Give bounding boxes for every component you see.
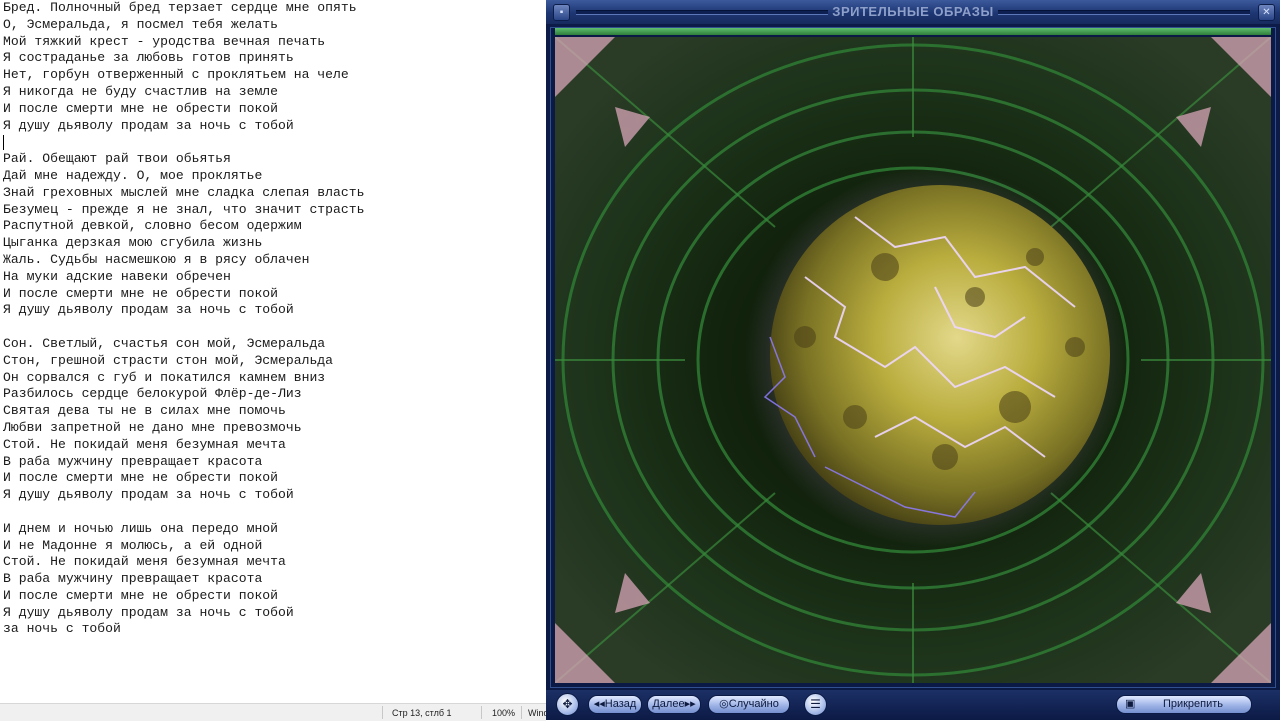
text-caret bbox=[3, 135, 4, 150]
text-line: Мой тяжкий крест - уродства вечная печат… bbox=[3, 33, 326, 49]
text-line: И после смерти мне не обрести покой bbox=[3, 285, 279, 301]
text-line: Стон, грешной страсти стон мой, Эсмераль… bbox=[3, 352, 334, 368]
text-line: В раба мужчину превращает красота bbox=[3, 571, 263, 587]
text-line: Знай греховных мыслей мне сладка слепая … bbox=[3, 184, 365, 200]
text-line: И после смерти мне не обрести покой bbox=[3, 100, 279, 116]
text-line: Сон. Светлый, счастья сон мой, Эсмеральд… bbox=[3, 335, 326, 351]
sphere bbox=[770, 185, 1110, 525]
text-line: Любви запретной не дано мне превозмочь bbox=[3, 419, 302, 435]
text-line: Он сорвался с губ и покатился камнем вни… bbox=[3, 369, 326, 385]
pin-icon: ▣ bbox=[1125, 698, 1136, 710]
close-icon[interactable]: ✕ bbox=[1258, 4, 1275, 21]
next-button[interactable]: Далее▸▸ bbox=[647, 695, 701, 714]
text-line bbox=[3, 134, 543, 151]
text-line: Распутной девкой, словно бесом одержим bbox=[3, 218, 302, 234]
text-line: Я душу дьяволу продам за ночь с тобой bbox=[3, 117, 294, 133]
player-control-bar: ✥ ◂◂Назад Далее▸▸ ◎Случайно ☰ ▣ Прикрепи… bbox=[546, 690, 1280, 720]
pin-button[interactable]: ▣ Прикрепить bbox=[1116, 695, 1252, 714]
text-line: Я душу дьяволу продам за ночь с тобой bbox=[3, 604, 294, 620]
text-line: Жаль. Судьбы насмешкою я в рясу облачен bbox=[3, 251, 310, 267]
visualization-top-strip bbox=[555, 28, 1271, 35]
visualization-frame bbox=[550, 27, 1276, 688]
status-separator bbox=[521, 706, 522, 719]
text-line: Я никогда не буду счастлив на земле bbox=[3, 83, 279, 99]
text-line: Бред. Полночный бред терзает сердце мне … bbox=[3, 0, 357, 15]
random-button[interactable]: ◎Случайно bbox=[708, 695, 790, 714]
visualization-canvas bbox=[555, 37, 1271, 683]
text-line: И после смерти мне не обрести покой bbox=[3, 470, 279, 486]
text-line: Разбилось сердце белокурой Флёр-де-Лиз bbox=[3, 386, 302, 402]
status-position: Стр 13, стлб 1 bbox=[392, 708, 452, 718]
text-line: И не Мадонне я молюсь, а ей одной bbox=[3, 537, 263, 553]
status-separator bbox=[382, 706, 383, 719]
text-line bbox=[3, 319, 543, 336]
player-titlebar[interactable]: ▪ ЗРИТЕЛЬНЫЕ ОБРАЗЫ ✕ bbox=[546, 0, 1280, 24]
tunnel-sphere-visualization bbox=[555, 37, 1271, 683]
text-line: Безумец - прежде я не знал, что значит с… bbox=[3, 201, 365, 217]
pin-label: Прикрепить bbox=[1162, 698, 1224, 710]
text-line: Дай мне надежду. О, мое проклятье bbox=[3, 167, 263, 183]
titlebar-groove bbox=[998, 10, 1250, 15]
notepad-window: Бред. Полночный бред терзает сердце мне … bbox=[0, 0, 549, 721]
text-line: И днем и ночью лишь она передо мной bbox=[3, 520, 279, 536]
text-line: И после смерти мне не обрести покой bbox=[3, 587, 279, 603]
status-zoom: 100% bbox=[492, 708, 516, 718]
text-line: О, Эсмеральда, я посмел тебя желать bbox=[3, 16, 279, 32]
status-separator bbox=[481, 706, 482, 719]
status-bar: Стр 13, стлб 1 100% Wind bbox=[0, 703, 549, 721]
text-editor[interactable]: Бред. Полночный бред терзает сердце мне … bbox=[3, 0, 543, 690]
text-line: Я состраданье за любовь готов принять bbox=[3, 50, 294, 66]
text-line: На муки адские навеки обречен bbox=[3, 268, 231, 284]
back-button[interactable]: ◂◂Назад bbox=[588, 695, 642, 714]
text-line: Стой. Не покидай меня безумная мечта bbox=[3, 554, 286, 570]
media-player-window: ▪ ЗРИТЕЛЬНЫЕ ОБРАЗЫ ✕ ✥ ◂◂Назад Далее▸▸ … bbox=[546, 0, 1280, 720]
move-icon[interactable]: ✥ bbox=[556, 693, 579, 716]
text-line: Я душу дьяволу продам за ночь с тобой bbox=[3, 487, 294, 503]
text-line: Цыганка дерзкая мою сгубила жизнь bbox=[3, 235, 263, 251]
text-line: Рай. Обещают рай твои обьятья bbox=[3, 151, 231, 167]
text-line: за ночь с тобой bbox=[3, 621, 121, 637]
menu-icon[interactable]: ☰ bbox=[804, 693, 827, 716]
text-line: Стой. Не покидай меня безумная мечта bbox=[3, 436, 286, 452]
text-line: Святая дева ты не в силах мне помочь bbox=[3, 403, 286, 419]
text-line: Нет, горбун отверженный с проклятьем на … bbox=[3, 67, 349, 83]
text-line: В раба мужчину превращает красота bbox=[3, 453, 263, 469]
text-line: Я душу дьяволу продам за ночь с тобой bbox=[3, 302, 294, 318]
text-line bbox=[3, 504, 543, 521]
